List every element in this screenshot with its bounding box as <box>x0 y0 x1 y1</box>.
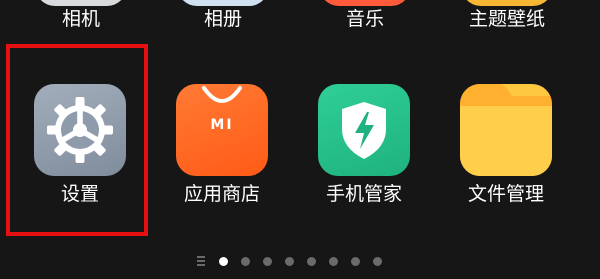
page-indicator[interactable] <box>0 252 600 270</box>
page-dot[interactable] <box>285 257 294 266</box>
gallery-icon[interactable] <box>177 0 269 6</box>
page-dot[interactable] <box>373 257 382 266</box>
app-store-mi-text: MI <box>210 117 234 133</box>
app-store-icon[interactable]: MI <box>176 84 268 176</box>
settings-gear-icon <box>47 97 113 163</box>
music-label: 音乐 <box>345 8 384 30</box>
file-manager-label: 文件管理 <box>467 183 544 205</box>
settings-app-icon[interactable] <box>34 84 126 176</box>
page-dot[interactable] <box>241 257 250 266</box>
settings-label: 设置 <box>60 183 99 205</box>
menu-line <box>197 260 205 262</box>
security-app-icon[interactable] <box>318 84 410 176</box>
app-drawer-menu-icon[interactable] <box>197 256 205 258</box>
security-shield-icon <box>342 102 386 159</box>
home-screen: 相机 相册 音乐 主题壁纸 设置 MI 应用商店 手机管家 文件管理 <box>0 0 600 279</box>
page-dot-active[interactable] <box>219 257 228 266</box>
page-dot[interactable] <box>307 257 316 266</box>
music-icon[interactable] <box>319 0 411 6</box>
themes-icon[interactable] <box>461 0 553 6</box>
menu-line <box>197 264 205 266</box>
gallery-label: 相册 <box>203 8 242 30</box>
security-label: 手机管家 <box>325 183 402 205</box>
page-dot[interactable] <box>351 257 360 266</box>
camera-icon[interactable] <box>35 0 127 6</box>
folder-icon <box>460 84 552 176</box>
themes-label: 主题壁纸 <box>468 8 545 30</box>
app-store-label: 应用商店 <box>183 183 260 205</box>
file-manager-icon[interactable] <box>460 84 552 176</box>
page-dot[interactable] <box>263 257 272 266</box>
page-dot[interactable] <box>329 257 338 266</box>
camera-label: 相机 <box>61 8 100 30</box>
